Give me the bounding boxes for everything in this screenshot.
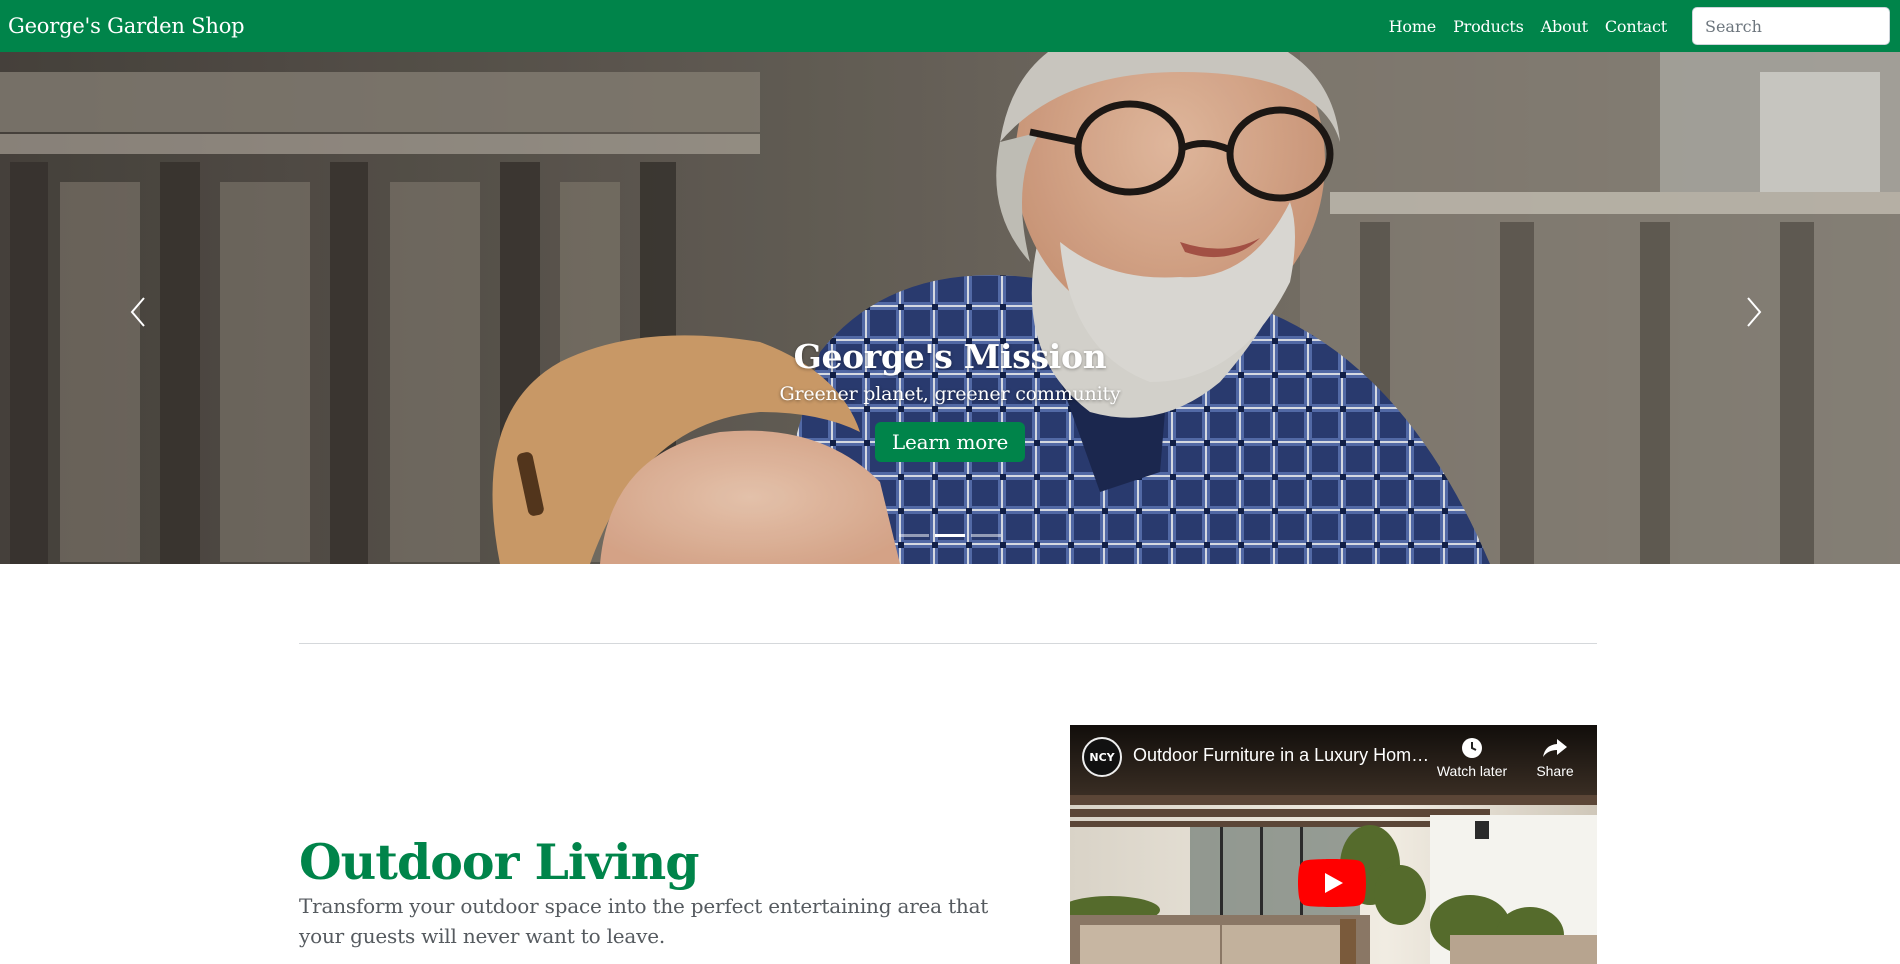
- caption-title: George's Mission: [793, 337, 1107, 376]
- feature-title: Outdoor Living: [299, 833, 699, 891]
- carousel-indicator-3[interactable]: [971, 534, 1001, 537]
- carousel-prev-button[interactable]: [118, 292, 158, 332]
- share-button[interactable]: Share: [1525, 737, 1585, 779]
- section-divider: [299, 643, 1597, 644]
- nav-link-contact[interactable]: Contact: [1605, 17, 1667, 36]
- watch-later-label: Watch later: [1436, 763, 1508, 779]
- nav-link-home[interactable]: Home: [1389, 17, 1437, 36]
- nav-link-about[interactable]: About: [1541, 17, 1588, 36]
- youtube-play-icon: [1298, 859, 1366, 907]
- nav-links: Home Products About Contact: [1372, 17, 1668, 36]
- carousel-next-button[interactable]: [1734, 292, 1774, 332]
- share-arrow-icon: [1525, 737, 1585, 763]
- nav-link-products[interactable]: Products: [1453, 17, 1524, 36]
- channel-avatar[interactable]: NCY: [1082, 737, 1122, 777]
- search-input[interactable]: [1692, 7, 1890, 45]
- share-label: Share: [1536, 763, 1574, 779]
- chevron-right-icon: [1747, 297, 1762, 327]
- youtube-video-embed[interactable]: NCY Outdoor Furniture in a Luxury Hom… W…: [1070, 725, 1597, 964]
- hero-carousel: George's Mission Greener planet, greener…: [0, 52, 1900, 564]
- youtube-play-button[interactable]: [1298, 859, 1366, 907]
- carousel-caption: George's Mission Greener planet, greener…: [0, 334, 1900, 462]
- chevron-left-icon: [130, 297, 145, 327]
- carousel-indicator-2[interactable]: [935, 534, 965, 537]
- feature-text: Transform your outdoor space into the pe…: [299, 894, 989, 948]
- carousel-indicator-1[interactable]: [899, 534, 929, 537]
- clock-icon: [1432, 737, 1512, 763]
- brand-logo[interactable]: George's Garden Shop: [8, 14, 245, 38]
- learn-more-button[interactable]: Learn more: [874, 422, 1026, 462]
- carousel-indicators: [0, 534, 1900, 537]
- watch-later-button[interactable]: Watch later: [1432, 737, 1512, 779]
- caption-subtitle: Greener planet, greener community: [779, 383, 1121, 405]
- navbar: George's Garden Shop Home Products About…: [0, 0, 1900, 52]
- video-title[interactable]: Outdoor Furniture in a Luxury Hom…: [1133, 745, 1429, 766]
- nav-right: Home Products About Contact: [1372, 7, 1890, 45]
- hero-photo: [0, 52, 1900, 564]
